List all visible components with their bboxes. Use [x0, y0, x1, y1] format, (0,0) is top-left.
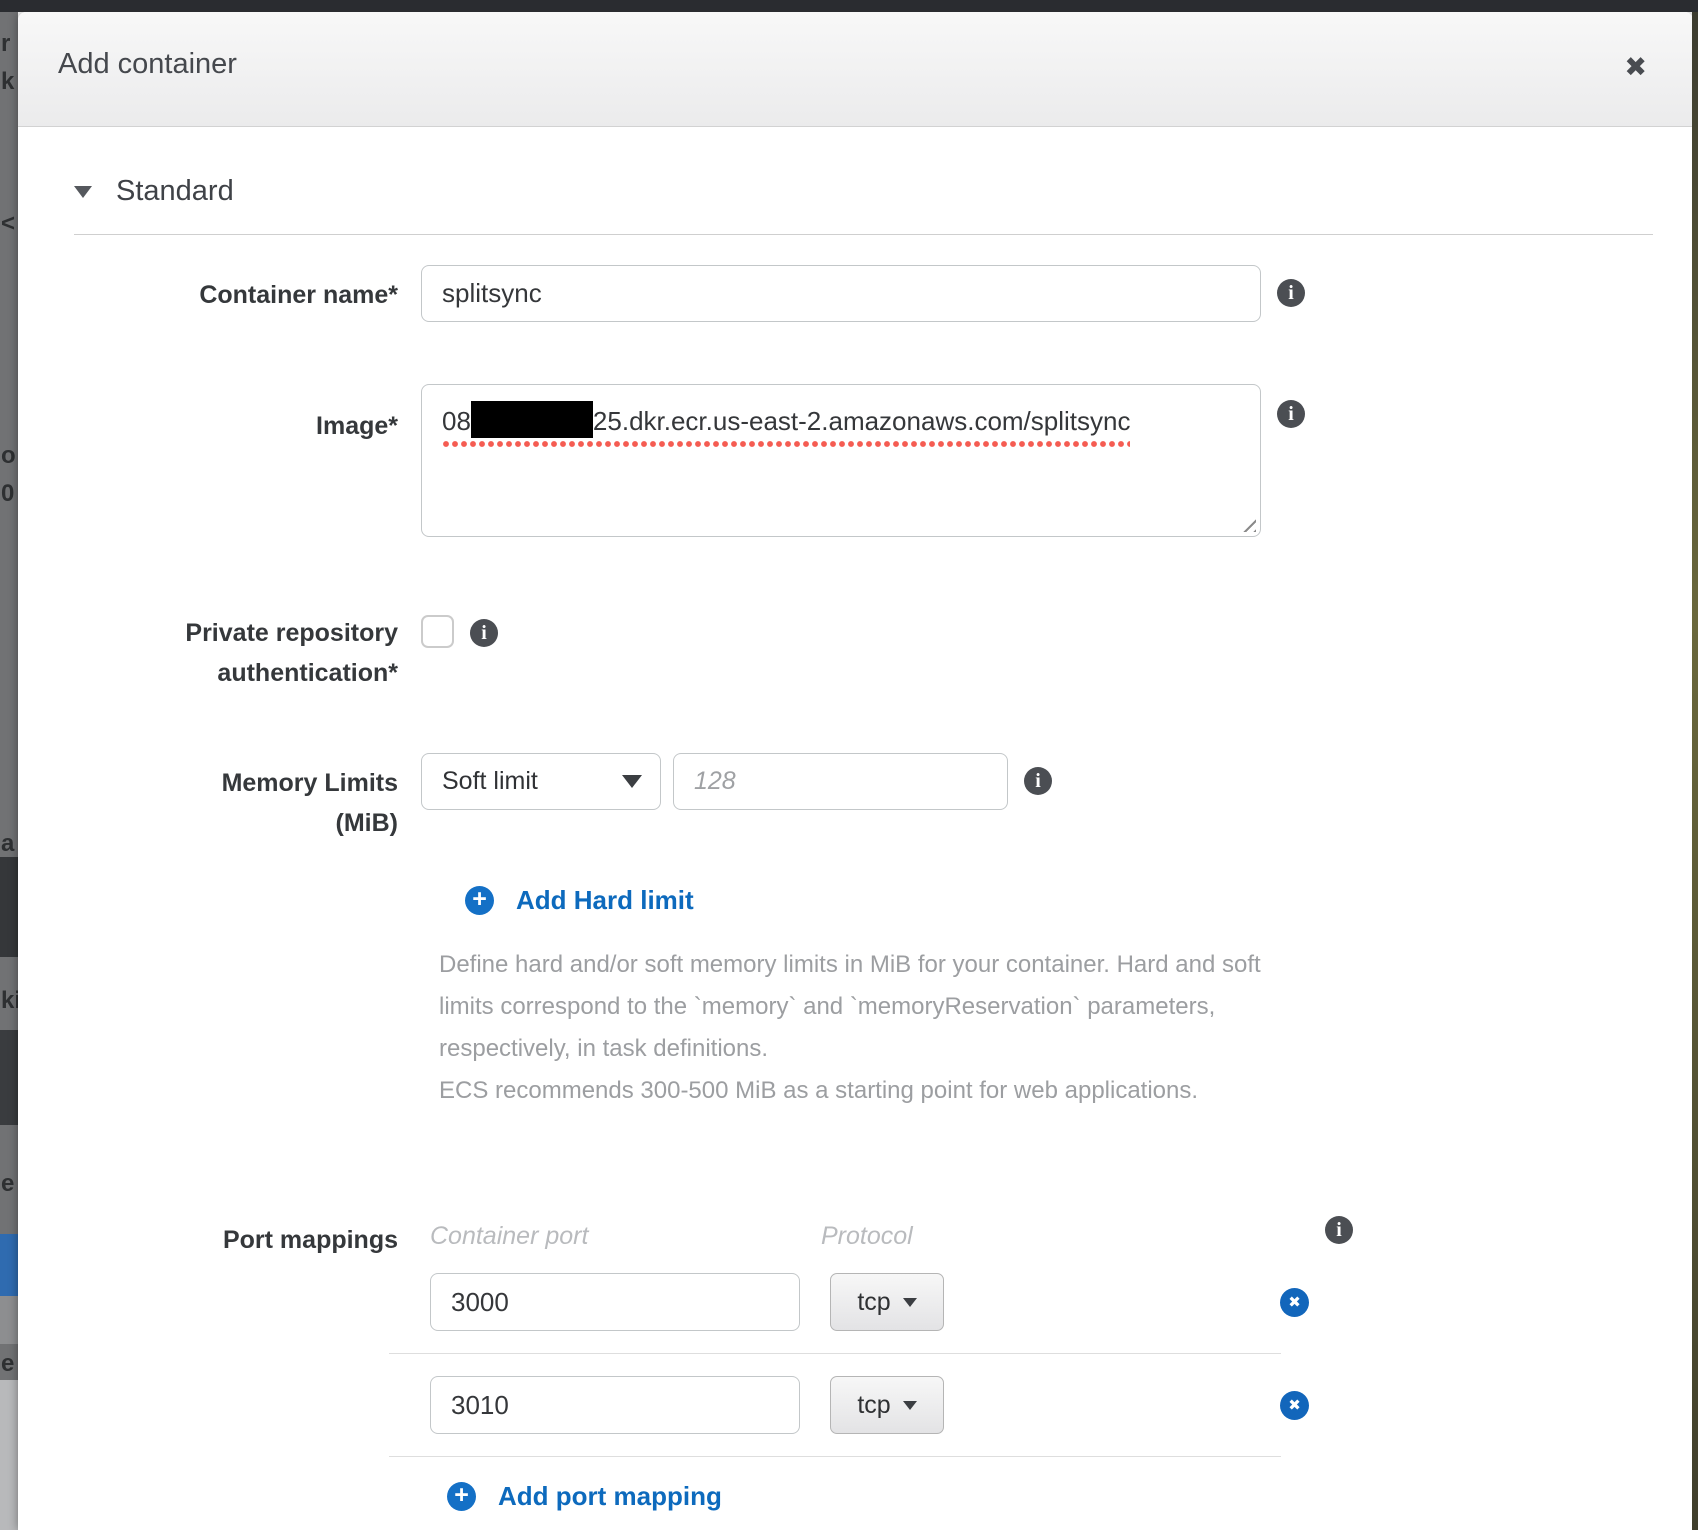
memory-limit-value-input[interactable]	[673, 753, 1008, 810]
screen: r k < o 0 a ki e e Add container ✖ Stand…	[0, 0, 1698, 1530]
add-hard-limit-link[interactable]: + Add Hard limit	[465, 885, 1693, 916]
memory-limits-label-line2: (MiB)	[18, 803, 398, 843]
modal-body: Standard Container name* i Image* 08 25.d…	[18, 175, 1693, 1512]
obscured-text-fragment: e	[1, 1170, 14, 1198]
port-mapping-row: tcp ✖	[421, 1376, 1309, 1434]
container-name-label: Container name*	[18, 265, 398, 315]
background-left-sliver: r k < o 0 a ki e e	[0, 12, 18, 1530]
section-standard[interactable]: Standard	[74, 175, 1693, 208]
plus-icon: +	[465, 886, 494, 915]
port-row-divider	[389, 1456, 1281, 1457]
container-name-row: Container name* i	[18, 265, 1693, 322]
obscured-text-fragment: a	[1, 830, 14, 858]
memory-limits-label-line1: Memory Limits	[18, 763, 398, 803]
protocol-value: tcp	[857, 1288, 890, 1317]
obscured-content-patch	[0, 1030, 18, 1125]
add-port-mapping-label: Add port mapping	[498, 1481, 722, 1512]
obscured-content-patch	[0, 1296, 18, 1344]
obscured-text-fragment: 0	[1, 480, 14, 508]
add-port-mapping-link[interactable]: + Add port mapping	[447, 1481, 1309, 1512]
remove-port-mapping-icon[interactable]: ✖	[1280, 1391, 1309, 1420]
obscured-text-fragment: k	[1, 68, 14, 96]
port-row-divider	[389, 1353, 1281, 1354]
port-mappings-label: Port mappings	[18, 1210, 398, 1260]
modal-title: Add container	[58, 48, 237, 81]
obscured-content-patch	[0, 857, 18, 957]
memory-limits-row: Memory Limits (MiB) Soft limit i	[18, 753, 1693, 843]
protocol-column-header: Protocol	[821, 1222, 913, 1251]
obscured-text-fragment: r	[1, 30, 10, 58]
port-mappings-headers: Container port Protocol	[421, 1210, 1309, 1251]
info-icon[interactable]: i	[1277, 279, 1305, 307]
protocol-select[interactable]: tcp	[830, 1376, 944, 1434]
private-repo-row: Private repository authentication* i	[18, 613, 1693, 693]
info-icon[interactable]: i	[1024, 767, 1052, 795]
add-hard-limit-label: Add Hard limit	[516, 885, 694, 916]
container-port-input[interactable]	[430, 1273, 800, 1331]
chevron-down-icon	[622, 775, 642, 788]
obscured-text-fragment: <	[1, 210, 15, 238]
close-icon[interactable]: ✖	[1624, 52, 1647, 83]
obscured-content-patch	[0, 1380, 18, 1530]
private-repo-label-line1: Private repository	[18, 613, 398, 653]
image-value-suffix: 25.dkr.ecr.us-east-2.amazonaws.com/split…	[593, 406, 1131, 436]
background-right-sliver	[1692, 12, 1698, 1530]
memory-limit-type-select[interactable]: Soft limit	[421, 753, 661, 810]
port-mapping-row: tcp ✖	[421, 1273, 1309, 1331]
obscured-text-fragment: ki	[1, 987, 18, 1015]
info-icon[interactable]: i	[1325, 1216, 1353, 1244]
private-repo-checkbox[interactable]	[421, 615, 454, 648]
modal-header: Add container ✖	[18, 12, 1693, 127]
image-value-prefix: 08	[442, 406, 471, 436]
container-port-column-header: Container port	[421, 1222, 821, 1251]
info-icon[interactable]: i	[1277, 400, 1305, 428]
obscured-content-patch	[0, 1234, 18, 1296]
info-icon[interactable]: i	[470, 619, 498, 647]
image-value: 08 25.dkr.ecr.us-east-2.amazonaws.com/spl…	[442, 401, 1130, 449]
redaction-bar	[471, 401, 593, 438]
memory-limits-help-text: Define hard and/or soft memory limits in…	[439, 944, 1311, 1112]
image-input[interactable]: 08 25.dkr.ecr.us-east-2.amazonaws.com/spl…	[421, 384, 1261, 537]
section-divider	[74, 234, 1653, 235]
help-paragraph-1: Define hard and/or soft memory limits in…	[439, 944, 1311, 1070]
help-paragraph-2: ECS recommends 300-500 MiB as a starting…	[439, 1070, 1311, 1112]
plus-icon: +	[447, 1482, 476, 1511]
remove-port-mapping-icon[interactable]: ✖	[1280, 1288, 1309, 1317]
section-title: Standard	[116, 175, 234, 208]
obscured-text-fragment: o	[1, 442, 16, 470]
image-label: Image*	[18, 384, 398, 446]
container-port-input[interactable]	[430, 1376, 800, 1434]
chevron-down-icon	[903, 1401, 917, 1410]
obscured-text-fragment: e	[1, 1350, 14, 1378]
memory-limit-type-value: Soft limit	[442, 767, 538, 796]
resize-handle[interactable]	[1239, 515, 1256, 532]
chevron-down-icon	[903, 1298, 917, 1307]
image-row: Image* 08 25.dkr.ecr.us-east-2.amazonaws.…	[18, 384, 1693, 537]
caret-down-icon	[74, 186, 92, 198]
port-mappings-row: Port mappings Container port Protocol tc…	[18, 1210, 1693, 1512]
add-container-modal: Add container ✖ Standard Container name*…	[18, 12, 1693, 1530]
private-repo-label-line2: authentication*	[18, 653, 398, 693]
container-name-input[interactable]	[421, 265, 1261, 322]
protocol-value: tcp	[857, 1391, 890, 1420]
background-top-bar	[0, 0, 1698, 12]
protocol-select[interactable]: tcp	[830, 1273, 944, 1331]
